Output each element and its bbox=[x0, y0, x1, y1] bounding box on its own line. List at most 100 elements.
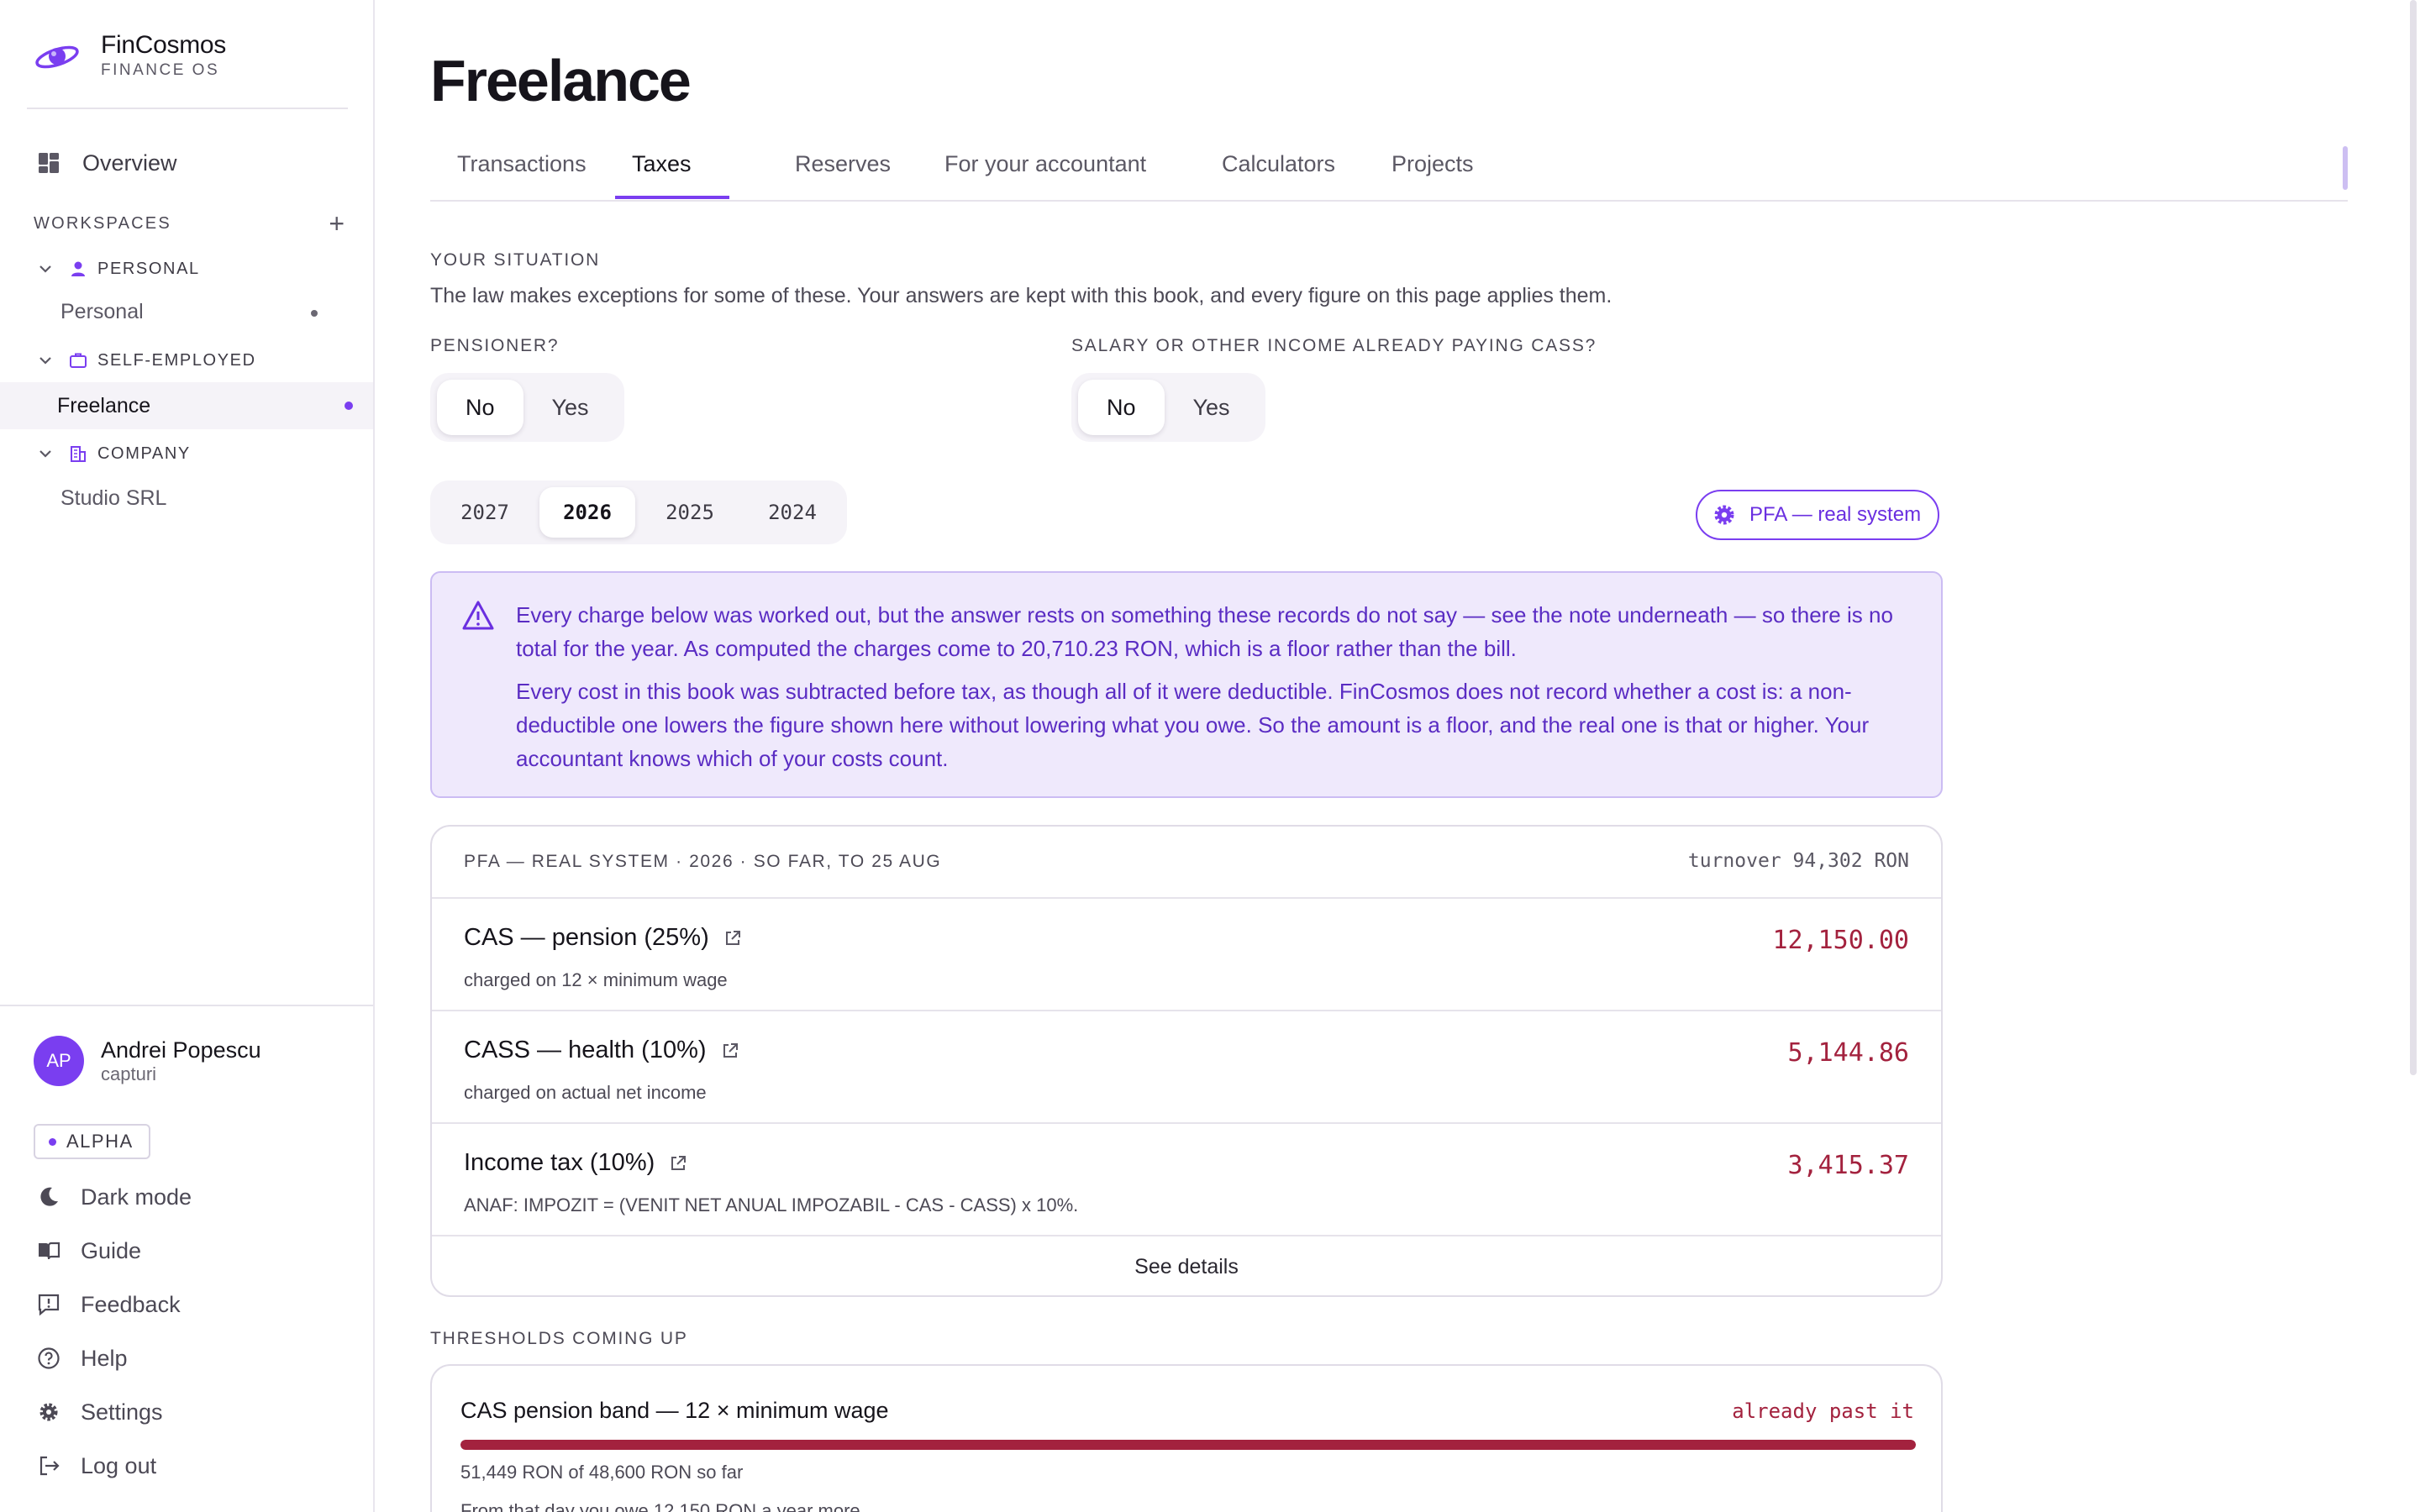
add-workspace-icon[interactable]: + bbox=[329, 210, 345, 237]
alpha-badge: ALPHA bbox=[34, 1124, 150, 1159]
group-company[interactable]: COMPANY bbox=[37, 441, 191, 466]
feedback-label: Feedback bbox=[81, 1291, 181, 1317]
sidebar-item-studio-srl[interactable]: Studio SRL bbox=[0, 475, 373, 522]
brand-subtitle: FINANCE OS bbox=[101, 61, 220, 79]
tab-transactions[interactable]: Transactions bbox=[457, 151, 587, 202]
threshold-card: CAS pension band — 12 × minimum wage alr… bbox=[430, 1364, 1943, 1512]
pensioner-yes-option[interactable]: Yes bbox=[523, 380, 618, 435]
settings-link[interactable]: Settings bbox=[35, 1395, 163, 1429]
external-link-icon[interactable] bbox=[668, 1153, 688, 1173]
year-option[interactable]: 2027 bbox=[437, 487, 533, 538]
charge-title: CAS — pension (25%) bbox=[464, 924, 709, 951]
main-content: Freelance Transactions Taxes Reserves Fo… bbox=[375, 0, 2420, 1512]
salary-cass-no-option[interactable]: No bbox=[1078, 380, 1165, 435]
group-self-employed[interactable]: SELF-EMPLOYED bbox=[37, 348, 256, 373]
charge-row-cas: CAS — pension (25%) charged on 12 × mini… bbox=[432, 899, 1941, 1011]
moon-icon bbox=[40, 1187, 58, 1206]
external-link-icon[interactable] bbox=[723, 928, 743, 948]
page-scrollbar[interactable] bbox=[2410, 0, 2417, 1075]
threshold-status: already past it bbox=[1732, 1399, 1914, 1423]
chevron-down-icon bbox=[39, 357, 51, 365]
warning-note: Every cost in this book was subtracted b… bbox=[516, 679, 1870, 771]
logout-icon bbox=[39, 1456, 60, 1476]
charges-card: PFA — REAL SYSTEM · 2026 · SO FAR, TO 25… bbox=[430, 825, 1943, 1297]
tab-projects[interactable]: Projects bbox=[1392, 151, 1474, 202]
charge-amount: 12,150.00 bbox=[1772, 926, 1909, 955]
sidebar-divider bbox=[0, 1005, 373, 1006]
sidebar-item-label: Personal bbox=[60, 299, 144, 323]
sidebar-item-freelance[interactable]: Freelance bbox=[0, 382, 373, 429]
sidebar-item-label: Studio SRL bbox=[60, 486, 167, 510]
charge-amount: 3,415.37 bbox=[1787, 1151, 1910, 1180]
sidebar-item-personal[interactable]: Personal bbox=[0, 288, 373, 335]
dashboard-icon bbox=[39, 153, 59, 173]
threshold-progress-text: 51,449 RON of 48,600 RON so far bbox=[460, 1462, 744, 1483]
help-icon bbox=[38, 1347, 60, 1369]
nav-overview[interactable]: Overview bbox=[37, 146, 177, 180]
warning-text: Every charge below was worked out, but t… bbox=[516, 602, 1893, 661]
pensioner-toggle: No Yes bbox=[430, 373, 624, 442]
brand-name: FinCosmos bbox=[101, 31, 226, 59]
pensioner-no-option[interactable]: No bbox=[437, 380, 523, 435]
tab-bar: Transactions Taxes Reserves For your acc… bbox=[430, 143, 2348, 202]
dark-mode-toggle[interactable]: Dark mode bbox=[35, 1180, 192, 1214]
book-icon bbox=[39, 1242, 60, 1260]
feedback-link[interactable]: Feedback bbox=[35, 1288, 181, 1321]
year-option-selected[interactable]: 2026 bbox=[539, 487, 635, 538]
help-link[interactable]: Help bbox=[35, 1341, 128, 1375]
charge-amount: 5,144.86 bbox=[1787, 1038, 1910, 1068]
group-label: PERSONAL bbox=[97, 259, 200, 278]
floor-warning-banner: Every charge below was worked out, but t… bbox=[430, 571, 1943, 798]
salary-cass-label: SALARY OR OTHER INCOME ALREADY PAYING CA… bbox=[1071, 336, 1597, 355]
logout-label: Log out bbox=[81, 1452, 157, 1478]
active-tab-indicator bbox=[615, 196, 729, 199]
thresholds-label: THRESHOLDS COMING UP bbox=[430, 1329, 688, 1348]
tabs-scrollbar[interactable] bbox=[2343, 146, 2348, 190]
workspaces-label: WORKSPACES bbox=[34, 213, 171, 233]
see-details-button[interactable]: See details bbox=[432, 1235, 1941, 1295]
workspaces-header: WORKSPACES + bbox=[34, 210, 345, 237]
situation-intro: The law makes exceptions for some of the… bbox=[430, 284, 1612, 307]
group-label: COMPANY bbox=[97, 444, 191, 463]
planet-logo-icon bbox=[35, 45, 79, 69]
gear-icon bbox=[39, 1403, 58, 1421]
year-option[interactable]: 2025 bbox=[642, 487, 738, 538]
brand[interactable]: FinCosmos FINANCE OS bbox=[34, 30, 226, 81]
charges-period: PFA — REAL SYSTEM · 2026 · SO FAR, TO 25… bbox=[464, 852, 942, 871]
tab-calculators[interactable]: Calculators bbox=[1222, 151, 1335, 202]
user-name: Andrei Popescu bbox=[101, 1037, 261, 1063]
external-link-icon[interactable] bbox=[720, 1041, 740, 1061]
page-title: Freelance bbox=[430, 48, 692, 113]
situation-label: YOUR SITUATION bbox=[430, 250, 601, 270]
sidebar: FinCosmos FINANCE OS Overview WORKSPACES… bbox=[0, 0, 375, 1512]
status-dot bbox=[311, 310, 318, 317]
gear-icon bbox=[1714, 505, 1734, 525]
chevron-down-icon bbox=[39, 265, 51, 273]
logout-link[interactable]: Log out bbox=[35, 1449, 156, 1483]
group-personal[interactable]: PERSONAL bbox=[37, 256, 200, 281]
building-icon bbox=[71, 446, 86, 462]
dark-mode-label: Dark mode bbox=[81, 1184, 192, 1210]
tab-reserves[interactable]: Reserves bbox=[795, 151, 891, 202]
salary-cass-yes-option[interactable]: Yes bbox=[1165, 380, 1259, 435]
tab-taxes[interactable]: Taxes bbox=[632, 151, 692, 202]
tab-for-your-accountant[interactable]: For your accountant bbox=[944, 151, 1146, 202]
charge-row-cass: CASS — health (10%) charged on actual ne… bbox=[432, 1011, 1941, 1124]
see-details-label: See details bbox=[1134, 1254, 1239, 1278]
threshold-consequence: From that day you owe 12,150 RON a year … bbox=[460, 1500, 860, 1512]
guide-link[interactable]: Guide bbox=[35, 1234, 141, 1268]
badge-dot bbox=[49, 1137, 56, 1146]
user-profile[interactable]: AP Andrei Popescu capturi bbox=[34, 1036, 261, 1086]
regime-label: PFA — real system bbox=[1749, 503, 1922, 526]
threshold-progress-bar bbox=[460, 1440, 1916, 1450]
group-label: SELF-EMPLOYED bbox=[97, 350, 256, 370]
year-option[interactable]: 2024 bbox=[744, 487, 840, 538]
charge-subtitle: ANAF: IMPOZIT = (VENIT NET ANUAL IMPOZAB… bbox=[464, 1194, 1079, 1215]
active-dot bbox=[345, 402, 353, 410]
charge-title: CASS — health (10%) bbox=[464, 1037, 707, 1063]
briefcase-icon bbox=[70, 353, 87, 368]
avatar: AP bbox=[34, 1036, 84, 1086]
regime-button[interactable]: PFA — real system bbox=[1696, 490, 1940, 540]
nav-overview-label: Overview bbox=[82, 150, 177, 176]
charges-header: PFA — REAL SYSTEM · 2026 · SO FAR, TO 25… bbox=[432, 827, 1941, 899]
